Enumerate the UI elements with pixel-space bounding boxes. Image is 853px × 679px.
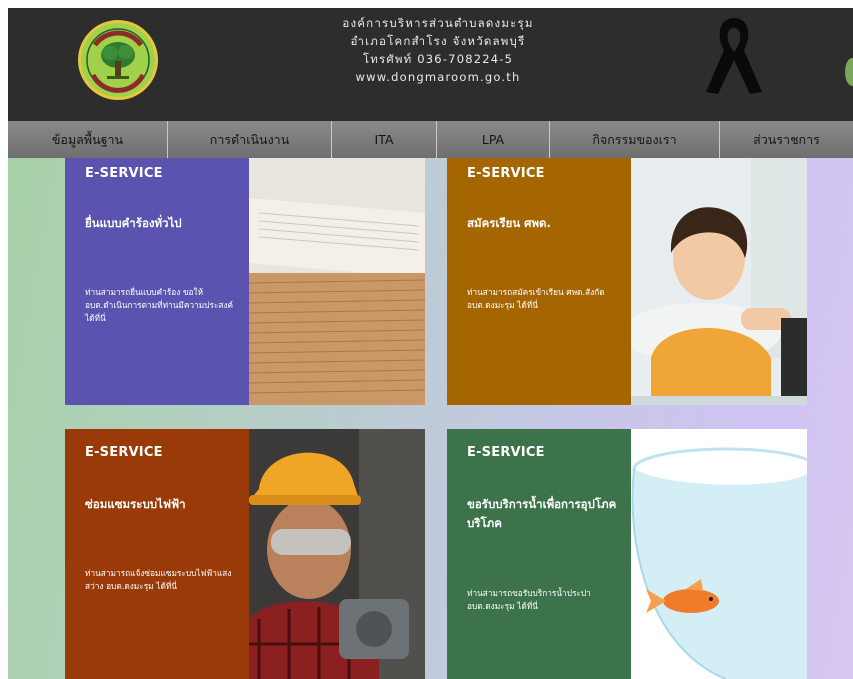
card-image <box>631 429 807 679</box>
card-title: ขอรับบริการน้ำเพื่อการอุปโภคบริโภค <box>467 497 617 530</box>
paper-stack-icon <box>249 158 425 405</box>
card-title: สมัครเรียน ศพด. <box>467 216 551 230</box>
card-description: ท่านสามารถยื่นแบบคำร้อง ขอให้ อบต.ดำเนิน… <box>85 287 234 323</box>
organization-website[interactable]: www.dongmaroom.go.th <box>308 68 568 86</box>
mourning-ribbon-icon <box>706 18 762 94</box>
service-card-general-request[interactable]: E-SERVICE ยื่นแบบคำร้องทั่วไป ท่านสามารถ… <box>65 158 425 405</box>
card-eyebrow: E-SERVICE <box>85 166 163 181</box>
organization-phone: โทรศัพท์ 036-708224-5 <box>362 52 514 66</box>
card-eyebrow: E-SERVICE <box>467 166 545 181</box>
card-image <box>249 429 425 679</box>
card-description: ท่านสามารถสมัครเข้าเรียน ศพด.สังกัด อบต.… <box>467 287 605 310</box>
engineer-helmet-icon <box>249 429 425 679</box>
tree-emblem-icon <box>86 28 150 93</box>
card-image <box>631 158 807 405</box>
card-panel: E-SERVICE ขอรับบริการน้ำเพื่อการอุปโภคบร… <box>447 429 631 679</box>
site-header: องค์การบริหารส่วนตำบลดงมะรุม อำเภอโคกสำโ… <box>8 8 853 121</box>
card-eyebrow: E-SERVICE <box>467 445 545 460</box>
nav-item-our-activities[interactable]: กิจกรรมของเรา <box>550 121 720 158</box>
service-card-childcare-enrollment[interactable]: E-SERVICE สมัครเรียน ศพด. ท่านสามารถสมัค… <box>447 158 807 405</box>
child-writing-icon <box>631 158 807 405</box>
card-eyebrow: E-SERVICE <box>85 445 163 460</box>
page-frame: องค์การบริหารส่วนตำบลดงมะรุม อำเภอโคกสำโ… <box>8 8 853 679</box>
card-title: ยื่นแบบคำร้องทั่วไป <box>85 216 182 230</box>
card-description: ท่านสามารถแจ้งซ่อมแซมระบบไฟฟ้าแสงสว่าง อ… <box>85 568 232 591</box>
leaf-decoration-icon <box>845 58 853 86</box>
main-nav: ข้อมูลพื้นฐาน การดำเนินงาน ITA LPA กิจกร… <box>8 121 853 158</box>
nav-item-ita[interactable]: ITA <box>332 121 437 158</box>
organization-name: องค์การบริหารส่วนตำบลดงมะรุม <box>342 16 534 30</box>
nav-item-basic-info[interactable]: ข้อมูลพื้นฐาน <box>8 121 168 158</box>
nav-item-departments[interactable]: ส่วนราชการ <box>720 121 853 158</box>
goldfish-bowl-icon <box>631 429 807 679</box>
service-card-electrical-repair[interactable]: E-SERVICE ซ่อมแซมระบบไฟฟ้า ท่านสามารถแจ้… <box>65 429 425 679</box>
card-title: ซ่อมแซมระบบไฟฟ้า <box>85 497 186 511</box>
organization-info: องค์การบริหารส่วนตำบลดงมะรุม อำเภอโคกสำโ… <box>308 14 568 86</box>
nav-item-operations[interactable]: การดำเนินงาน <box>168 121 332 158</box>
service-card-water-supply[interactable]: E-SERVICE ขอรับบริการน้ำเพื่อการอุปโภคบร… <box>447 429 807 679</box>
organization-district: อำเภอโคกสำโรง จังหวัดลพบุรี <box>350 34 526 48</box>
card-panel: E-SERVICE ยื่นแบบคำร้องทั่วไป ท่านสามารถ… <box>65 158 249 405</box>
nav-item-lpa[interactable]: LPA <box>437 121 550 158</box>
card-panel: E-SERVICE ซ่อมแซมระบบไฟฟ้า ท่านสามารถแจ้… <box>65 429 249 679</box>
card-panel: E-SERVICE สมัครเรียน ศพด. ท่านสามารถสมัค… <box>447 158 631 405</box>
card-description: ท่านสามารถขอรับบริการน้ำประปา อบต.ดงมะรุ… <box>467 588 591 611</box>
card-image <box>249 158 425 405</box>
organization-logo[interactable] <box>78 20 158 100</box>
